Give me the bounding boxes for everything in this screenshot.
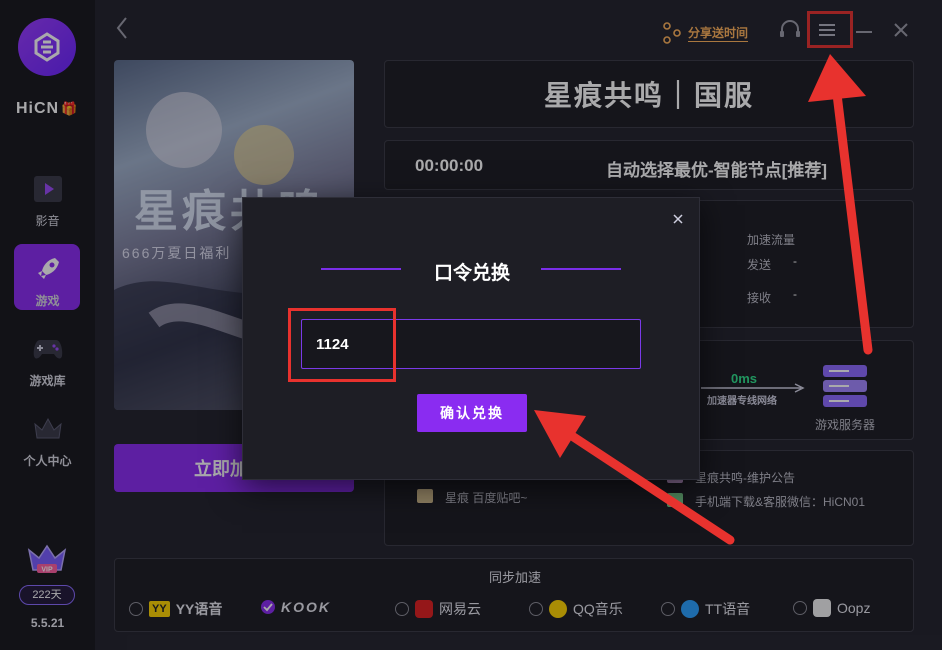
app-window: HiCN 🎁 影音 游戏 游戏库 个人中心 VIP 222天 5.5.21 分享送… [0, 0, 942, 650]
confirm-redeem-button[interactable]: 确认兑换 [417, 394, 527, 432]
dialog-title: 口令兑换 [433, 263, 510, 284]
code-highlight-box [288, 308, 396, 382]
title-divider-right [541, 268, 621, 270]
close-icon [673, 214, 683, 224]
dialog-close-button[interactable] [671, 212, 685, 226]
